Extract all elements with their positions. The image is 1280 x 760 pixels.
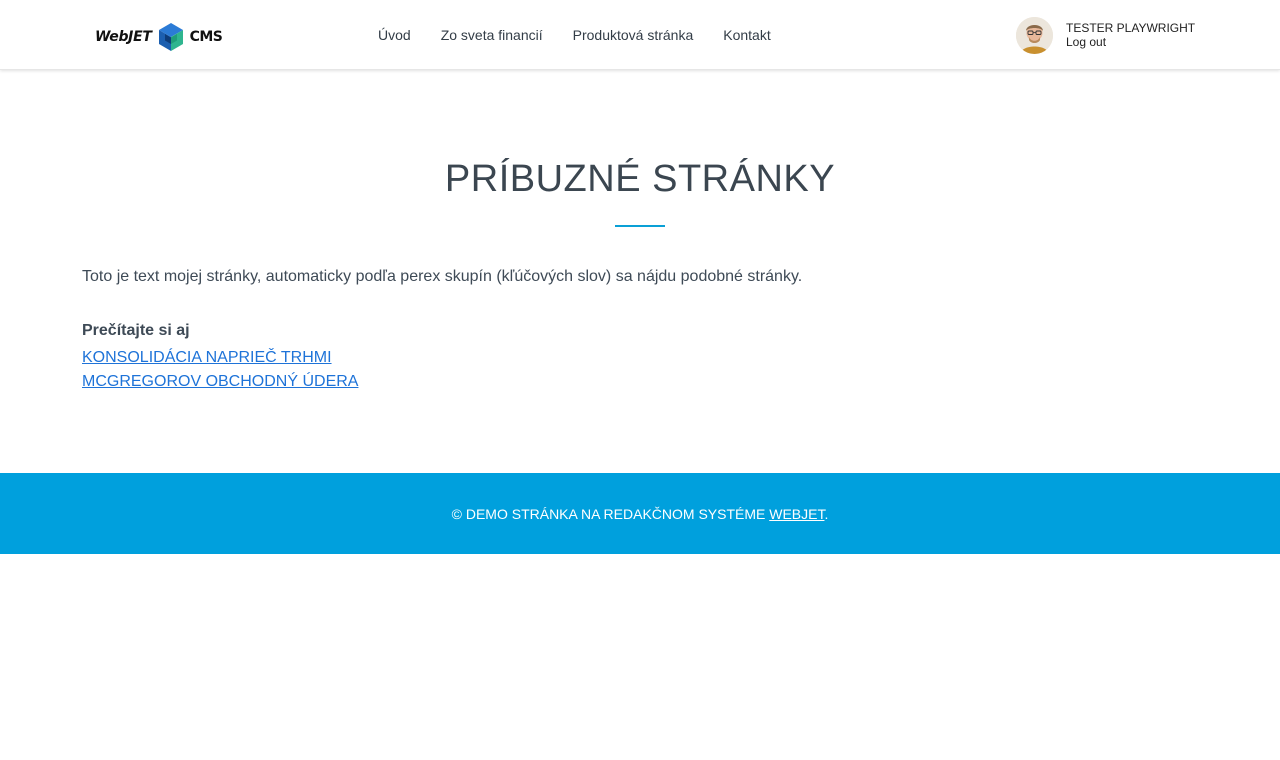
avatar[interactable] <box>1016 16 1053 54</box>
logout-link[interactable]: Log out <box>1066 35 1195 49</box>
site-header: WebJET CMS Úvod Zo sveta financií Produk… <box>0 0 1280 70</box>
related-links-list: KONSOLIDÁCIA NAPRIEČ TRHMI MCGREGOROV OB… <box>82 346 358 394</box>
nav-item-kontakt[interactable]: Kontakt <box>723 0 770 70</box>
webjet-cms-logo[interactable]: WebJET CMS <box>95 22 235 52</box>
related-link-mcgregorov[interactable]: MCGREGOROV OBCHODNÝ ÚDERA <box>82 370 358 394</box>
footer-webjet-link[interactable]: WEBJET <box>769 506 824 522</box>
page-title: PRÍBUZNÉ STRÁNKY <box>444 158 836 200</box>
title-underline <box>615 225 665 227</box>
user-avatar-icon <box>1016 16 1053 54</box>
cube-icon <box>158 23 183 51</box>
related-heading: Prečítajte si aj <box>82 322 190 339</box>
user-menu: TESTER PLAYWRIGHT Log out <box>1016 16 1195 54</box>
main-nav: Úvod Zo sveta financií Produktová stránk… <box>378 0 801 70</box>
intro-text: Toto je text mojej stránky, automaticky … <box>82 268 803 285</box>
nav-item-produktova-stranka[interactable]: Produktová stránka <box>573 0 694 70</box>
user-name: TESTER PLAYWRIGHT <box>1066 21 1196 35</box>
logo-cms-text: CMS <box>189 29 223 45</box>
site-footer: © DEMO STRÁNKA NA REDAKČNOM SYSTÉME WEBJ… <box>0 473 1280 554</box>
related-link-konsolidacia[interactable]: KONSOLIDÁCIA NAPRIEČ TRHMI <box>82 346 358 370</box>
nav-item-zo-sveta-financii[interactable]: Zo sveta financií <box>441 0 543 70</box>
footer-text: © DEMO STRÁNKA NA REDAKČNOM SYSTÉME WEBJ… <box>452 506 829 522</box>
footer-prefix: © DEMO STRÁNKA NA REDAKČNOM SYSTÉME <box>451 505 770 522</box>
user-info: TESTER PLAYWRIGHT Log out <box>1066 21 1195 49</box>
footer-suffix: . <box>824 505 829 522</box>
nav-item-uvod[interactable]: Úvod <box>378 0 411 70</box>
logo-webjet-text: WebJET <box>95 29 152 45</box>
